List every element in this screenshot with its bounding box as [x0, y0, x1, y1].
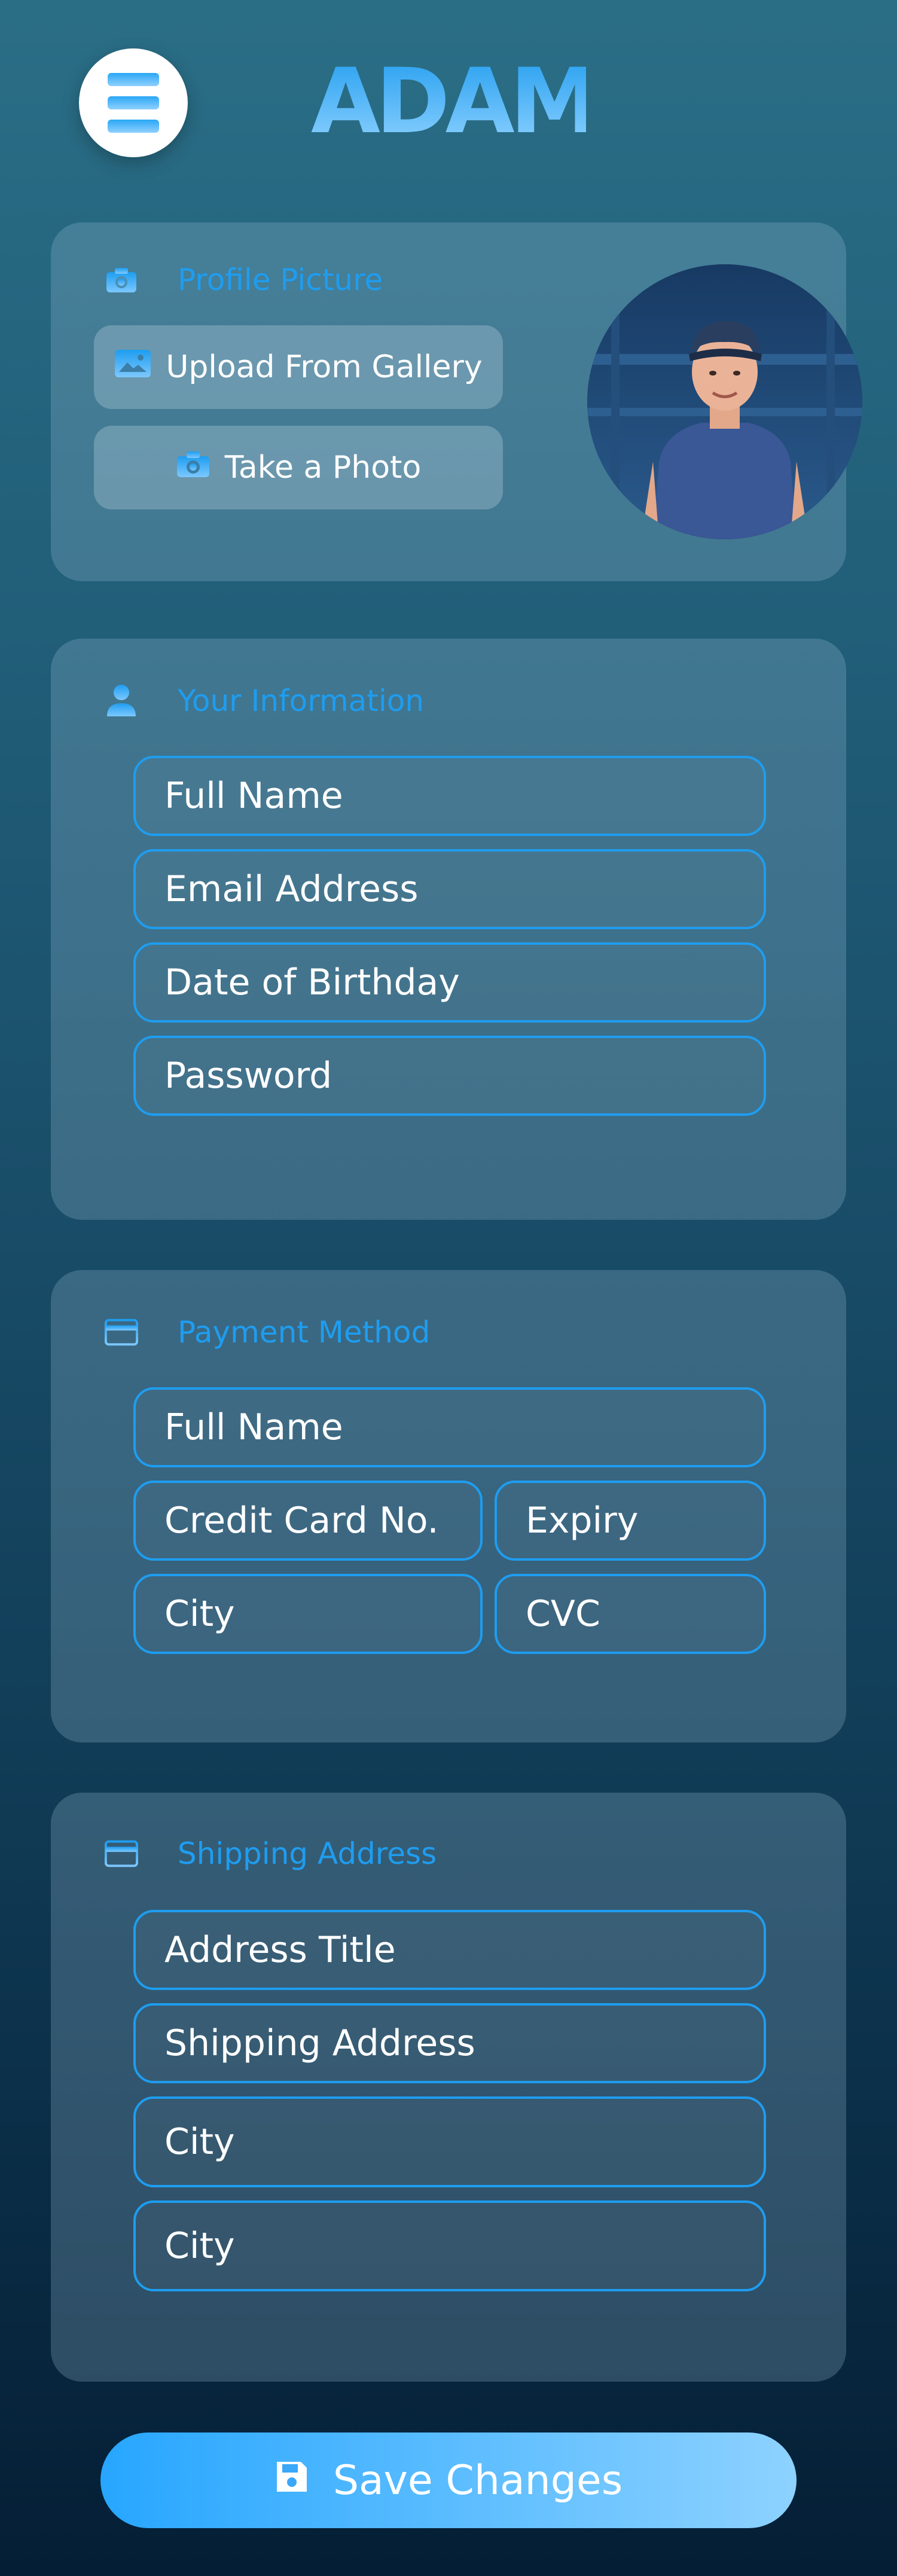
payment-method-card: Payment Method Full Name Credit Card No.…: [51, 1270, 846, 1742]
hamburger-menu-icon: [108, 73, 159, 86]
shipping-city-field-2[interactable]: City: [133, 2200, 766, 2291]
shipping-address-field[interactable]: Shipping Address: [133, 2003, 766, 2083]
take-a-photo-button[interactable]: Take a Photo: [94, 426, 503, 509]
your-information-title: Your Information: [178, 683, 425, 718]
credit-card-icon: [105, 1837, 138, 1870]
upload-from-gallery-label: Upload From Gallery: [166, 349, 483, 385]
payment-method-header: Payment Method: [105, 1314, 430, 1350]
payment-method-title: Payment Method: [178, 1315, 431, 1350]
password-field[interactable]: Password: [133, 1036, 766, 1116]
address-title-field[interactable]: Address Title: [133, 1910, 766, 1990]
cvc-field[interactable]: CVC: [495, 1574, 766, 1654]
shipping-address-title: Shipping Address: [178, 1836, 437, 1871]
camera-icon: [176, 450, 210, 486]
profile-picture-title: Profile Picture: [178, 263, 383, 297]
shipping-address-header: Shipping Address: [105, 1836, 437, 1872]
take-a-photo-label: Take a Photo: [224, 450, 422, 486]
floppy-disk-icon: [274, 2457, 309, 2504]
save-changes-button[interactable]: Save Changes: [100, 2432, 797, 2528]
menu-button[interactable]: [79, 48, 188, 157]
your-information-header: Your Information: [105, 683, 424, 719]
image-icon: [114, 349, 151, 386]
expiry-field[interactable]: Expiry: [495, 1481, 766, 1561]
shipping-address-card: Shipping Address Address Title Shipping …: [51, 1793, 846, 2382]
profile-picture-header: Profile Picture: [105, 262, 383, 298]
date-of-birthday-field[interactable]: Date of Birthday: [133, 942, 766, 1023]
profile-avatar[interactable]: [587, 264, 862, 539]
credit-card-icon: [105, 1316, 138, 1349]
email-address-field[interactable]: Email Address: [133, 849, 766, 929]
card-full-name-field[interactable]: Full Name: [133, 1387, 766, 1467]
app-logo: ADAM: [311, 50, 599, 154]
payment-city-field[interactable]: City: [133, 1574, 483, 1654]
profile-picture-card: Profile Picture Upload From Gallery Take…: [51, 222, 862, 581]
credit-card-number-field[interactable]: Credit Card No.: [133, 1481, 483, 1561]
your-information-card: Your Information Full Name Email Address…: [51, 639, 846, 1220]
shipping-city-field[interactable]: City: [133, 2096, 766, 2187]
upload-from-gallery-button[interactable]: Upload From Gallery: [94, 325, 503, 409]
save-changes-label: Save Changes: [332, 2456, 623, 2504]
full-name-field[interactable]: Full Name: [133, 756, 766, 836]
camera-icon: [105, 263, 138, 297]
user-icon: [105, 684, 138, 718]
